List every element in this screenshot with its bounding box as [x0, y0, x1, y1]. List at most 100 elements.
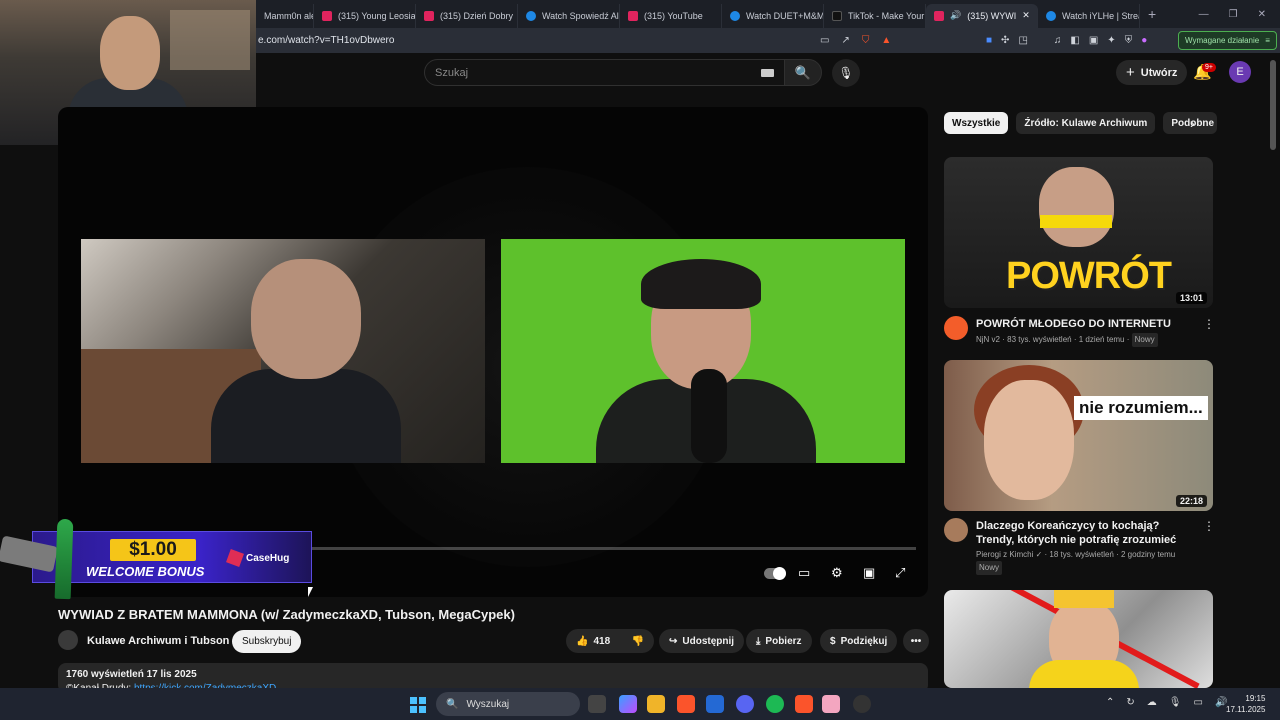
- close-tab-icon[interactable]: ✕: [1022, 10, 1030, 21]
- filter-chips: Wszystkie Źródło: Kulawe Archiwum Podobn…: [944, 112, 1218, 134]
- extension-action-button[interactable]: Wymagane działanie ≡: [1178, 31, 1277, 50]
- video-feed-right: [501, 239, 905, 463]
- tab-label: Watch DUET+M&M: [746, 10, 824, 21]
- casehug-logo-icon: [226, 549, 244, 567]
- share-icon[interactable]: ↗: [841, 35, 849, 46]
- cloud-icon[interactable]: ☁: [1147, 697, 1157, 708]
- channel-name[interactable]: Kulawe Archiwum i Tubson: [87, 635, 229, 647]
- clock-time: 19:15: [1245, 694, 1266, 703]
- obs-icon[interactable]: [853, 695, 871, 713]
- download-button[interactable]: ⤓ Pobierz: [746, 629, 812, 653]
- vpn-icon[interactable]: ⛨: [1125, 35, 1133, 46]
- chevron-right-icon[interactable]: ›: [1190, 115, 1195, 131]
- subscribe-button[interactable]: Subskrybuj: [232, 630, 302, 653]
- recommended-thumbnail[interactable]: nie rozumiem... 22:18: [944, 360, 1213, 511]
- fullscreen-icon[interactable]: ⤢: [895, 565, 905, 581]
- screenshot-icon[interactable]: ◳: [1018, 35, 1027, 46]
- voice-search-button[interactable]: 🎙: [832, 59, 860, 87]
- share-button[interactable]: ↪ Udostępnij: [659, 629, 745, 653]
- autoplay-toggle[interactable]: [764, 567, 786, 580]
- more-icon: •••: [910, 635, 922, 647]
- browser-tab[interactable]: Watch Spowiedź Al: [518, 3, 620, 28]
- recommended-title[interactable]: Dlaczego Koreańczycy to kochają? Trendy,…: [976, 519, 1196, 547]
- chip-source[interactable]: Źródło: Kulawe Archiwum: [1016, 112, 1156, 134]
- extension-icons: ■ ✣ ◳ ♫ ◧ ▣ ✦ ⛨ ●: [986, 35, 1147, 46]
- clock[interactable]: 19:15 17.11.2025: [1226, 693, 1265, 715]
- chevron-up-icon[interactable]: ⌃: [1106, 697, 1114, 708]
- subtitles-icon[interactable]: ▭: [798, 565, 810, 581]
- leo-icon[interactable]: ✦: [1107, 35, 1115, 46]
- browser-tab-active[interactable]: 🔊 (315) WYWI ✕: [926, 3, 1038, 28]
- taskbar-search[interactable]: 🔍 Wyszukaj: [436, 692, 580, 716]
- browser-tab[interactable]: (315) YouTube: [620, 3, 722, 28]
- task-view-icon[interactable]: [588, 695, 606, 713]
- app-icon[interactable]: [822, 695, 840, 713]
- thanks-button[interactable]: $ Podziękuj: [820, 629, 898, 653]
- brave-shield-icon[interactable]: ⛉: [862, 35, 870, 46]
- wallet-icon[interactable]: ▣: [1089, 35, 1098, 46]
- browser-tab[interactable]: TikTok - Make Your: [824, 3, 926, 28]
- mouse-cursor-icon: [308, 587, 313, 597]
- search-input[interactable]: Szukaj: [424, 59, 786, 86]
- more-vert-icon[interactable]: ⋮: [1203, 317, 1215, 331]
- ad-banner[interactable]: $1.00 WELCOME BONUS CaseHug: [0, 518, 312, 600]
- recommended-meta: Pierogi z Kimchi ✓ · 18 tys. wyświetleń …: [976, 549, 1196, 575]
- windows-start-icon[interactable]: [410, 697, 426, 713]
- recommended-title[interactable]: POWRÓT MŁODEGO DO INTERNETU: [976, 317, 1196, 331]
- avatar[interactable]: E: [1229, 61, 1251, 83]
- update-icon[interactable]: ↻: [1126, 697, 1134, 708]
- extension-icon[interactable]: ■: [986, 35, 992, 46]
- tab-label: (315) YouTube: [644, 10, 703, 21]
- microphone-icon[interactable]: 🎙: [1169, 697, 1182, 708]
- browser-tab[interactable]: Mamm0n ale: [256, 3, 314, 28]
- more-actions-button[interactable]: •••: [903, 629, 929, 653]
- profile-icon[interactable]: ●: [1141, 35, 1147, 46]
- sidebar-icon[interactable]: ◧: [1070, 35, 1079, 46]
- create-button[interactable]: + Utwórz: [1116, 60, 1188, 85]
- views-date: 1760 wyświetleń 17 lis 2025: [66, 669, 197, 680]
- browser-tab[interactable]: Watch iYLHe | Strea: [1038, 3, 1140, 28]
- discord-icon[interactable]: [736, 695, 754, 713]
- recommended-thumbnail[interactable]: POWRÓT 13:01: [944, 157, 1213, 308]
- browser-tab[interactable]: (315) Dzień Dobry: [416, 3, 518, 28]
- scrollbar[interactable]: [1270, 60, 1276, 150]
- music-icon[interactable]: ♫: [1054, 35, 1062, 46]
- install-app-icon[interactable]: ▭: [820, 35, 829, 46]
- brave-active-icon[interactable]: [795, 695, 813, 713]
- browser-tab[interactable]: (315) Young Leosia: [314, 3, 416, 28]
- channel-avatar[interactable]: [944, 316, 968, 340]
- thumb-face: [984, 380, 1074, 500]
- microphone-prop: [691, 369, 727, 463]
- settings-icon[interactable]: ⚙: [831, 565, 843, 581]
- url-field[interactable]: e.com/watch?v=TH1ovDbwero: [258, 35, 394, 46]
- tab-label: Mamm0n ale: [264, 10, 314, 21]
- brave-icon[interactable]: [677, 695, 695, 713]
- search-button[interactable]: 🔍: [784, 59, 822, 86]
- share-label: Udostępnij: [682, 635, 735, 647]
- like-count[interactable]: 418: [593, 636, 610, 647]
- brave-rewards-icon[interactable]: ▲: [881, 35, 891, 46]
- copilot-icon[interactable]: [619, 695, 637, 713]
- watch-icon: [526, 10, 536, 21]
- store-icon[interactable]: [706, 695, 724, 713]
- keyboard-icon[interactable]: [761, 69, 774, 77]
- new-tab-button[interactable]: +: [1148, 6, 1156, 22]
- thumbs-down-icon[interactable]: 👎: [632, 636, 644, 647]
- puzzle-icon[interactable]: ✣: [1001, 35, 1009, 46]
- spotify-icon[interactable]: [766, 695, 784, 713]
- browser-tab[interactable]: Watch DUET+M&M: [722, 3, 824, 28]
- recommended-thumbnail[interactable]: [944, 590, 1213, 688]
- theater-mode-icon[interactable]: ▣: [863, 565, 875, 581]
- channel-avatar[interactable]: [944, 518, 968, 542]
- chip-all[interactable]: Wszystkie: [944, 112, 1009, 134]
- channel-avatar[interactable]: [58, 630, 78, 650]
- display-icon[interactable]: ▭: [1193, 697, 1202, 708]
- taskbar: [0, 688, 1280, 720]
- restore-icon[interactable]: ❐: [1229, 9, 1238, 20]
- close-window-icon[interactable]: ✕: [1258, 9, 1266, 20]
- tiktok-icon: [832, 10, 842, 21]
- thumbs-up-icon[interactable]: 👍: [576, 636, 588, 647]
- file-explorer-icon[interactable]: [647, 695, 665, 713]
- minimize-icon[interactable]: —: [1199, 9, 1209, 20]
- more-vert-icon[interactable]: ⋮: [1203, 519, 1215, 533]
